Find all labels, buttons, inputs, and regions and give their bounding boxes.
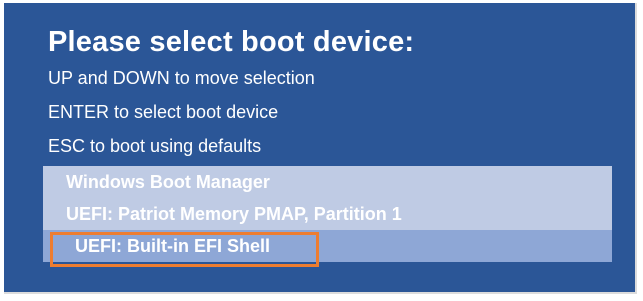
- page-title: Please select boot device:: [48, 26, 415, 58]
- instruction-navigate: UP and DOWN to move selection: [48, 68, 315, 88]
- boot-device-efi-shell[interactable]: UEFI: Built-in EFI Shell: [43, 230, 612, 267]
- boot-device-list: Windows Boot Manager UEFI: Patriot Memor…: [43, 166, 612, 267]
- boot-device-windows-boot-manager[interactable]: Windows Boot Manager: [43, 166, 612, 198]
- instruction-defaults: ESC to boot using defaults: [48, 136, 262, 156]
- boot-device-efi-shell-label: UEFI: Built-in EFI Shell: [75, 236, 270, 256]
- boot-menu-screen: Please select boot device: UP and DOWN t…: [4, 3, 637, 294]
- boot-device-patriot-usb[interactable]: UEFI: Patriot Memory PMAP, Partition 1: [43, 198, 612, 230]
- instruction-select: ENTER to select boot device: [48, 102, 279, 122]
